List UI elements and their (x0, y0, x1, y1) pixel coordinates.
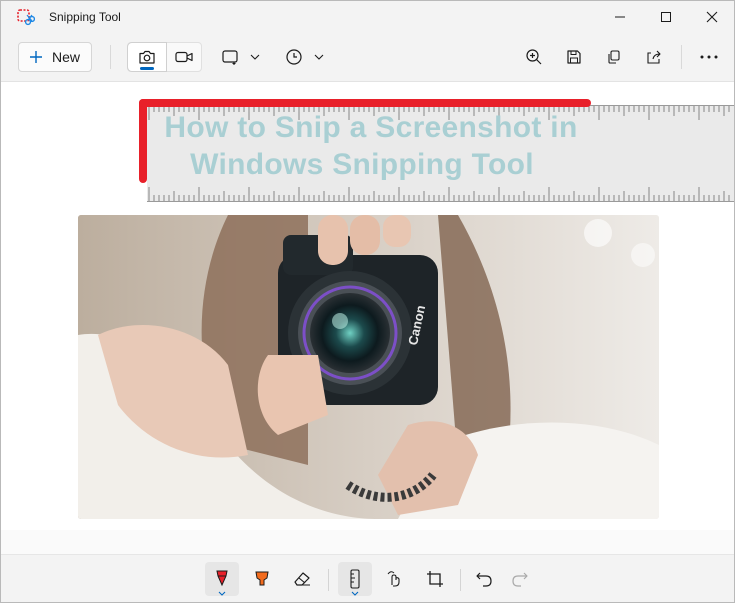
redo-button[interactable] (503, 562, 537, 596)
chevron-down-icon (218, 591, 226, 596)
headline-line-2: Windows Snipping Tool (190, 148, 534, 181)
chevron-down-icon (351, 591, 359, 596)
eraser-icon (294, 572, 310, 586)
main-toolbar: New (1, 33, 734, 82)
pen-stroke-horizontal (139, 99, 591, 107)
save-button[interactable] (562, 45, 586, 69)
snip-headline: How to Snip a Screenshot in Windows Snip… (141, 109, 601, 183)
chevron-down-icon (250, 54, 260, 60)
toolbar-separator (110, 45, 111, 69)
undo-button[interactable] (467, 562, 501, 596)
more-icon (700, 55, 718, 59)
zoom-button[interactable] (522, 45, 546, 69)
camera-photo-illustration: Canon (78, 215, 659, 519)
minimize-icon (615, 16, 625, 18)
ballpoint-pen-icon (216, 570, 228, 587)
snip-shape-button[interactable] (219, 45, 243, 69)
zoom-in-icon (526, 49, 542, 65)
camera-icon (139, 50, 155, 64)
canvas-footer-strip (1, 530, 734, 554)
undo-icon (476, 572, 492, 587)
maximize-button[interactable] (643, 1, 689, 33)
headline-line-1: How to Snip a Screenshot in (164, 111, 578, 144)
copy-icon (608, 50, 620, 64)
touch-writing-icon (387, 571, 400, 587)
snipping-tool-window: Snipping Tool New How to Snip a Screensh… (0, 0, 735, 603)
clock-icon (286, 49, 302, 65)
title-bar: Snipping Tool (1, 1, 734, 33)
chevron-down-icon (314, 54, 324, 60)
crop-icon (427, 571, 443, 587)
rectangle-snip-icon (222, 50, 238, 65)
ballpoint-pen-button[interactable] (205, 562, 239, 596)
markup-toolbar (1, 554, 734, 602)
share-icon (647, 50, 661, 64)
toolbar-separator (681, 45, 682, 69)
close-button[interactable] (689, 1, 734, 33)
window-title: Snipping Tool (49, 10, 121, 24)
snip-mode-button[interactable] (128, 43, 166, 71)
minimize-button[interactable] (597, 1, 643, 33)
markup-separator (460, 569, 461, 591)
close-icon (706, 11, 718, 23)
record-mode-button[interactable] (166, 43, 201, 71)
more-options-button[interactable] (697, 45, 721, 69)
copy-button[interactable] (602, 45, 626, 69)
redo-icon (512, 572, 528, 587)
save-icon (567, 50, 581, 64)
ruler-icon (350, 569, 360, 589)
eraser-button[interactable] (285, 562, 319, 596)
ruler-button[interactable] (338, 562, 372, 596)
new-snip-button[interactable]: New (18, 42, 92, 72)
touch-writing-button[interactable] (378, 562, 412, 596)
video-icon (174, 51, 193, 63)
highlighter-button[interactable] (245, 562, 279, 596)
pen-stroke-vertical (139, 99, 147, 183)
snip-shape-dropdown[interactable] (245, 45, 265, 69)
share-button[interactable] (642, 45, 666, 69)
capture-mode-toggle (127, 42, 202, 72)
active-mode-indicator (140, 67, 154, 70)
delay-dropdown[interactable] (309, 45, 329, 69)
crop-button[interactable] (418, 562, 452, 596)
new-snip-label: New (52, 49, 81, 65)
maximize-icon (661, 12, 671, 22)
highlighter-icon (255, 571, 269, 586)
snip-photo: Canon (78, 215, 659, 519)
markup-separator (328, 569, 329, 591)
plus-icon (30, 51, 42, 63)
snipping-tool-app-icon (17, 9, 36, 27)
delay-button[interactable] (282, 45, 306, 69)
